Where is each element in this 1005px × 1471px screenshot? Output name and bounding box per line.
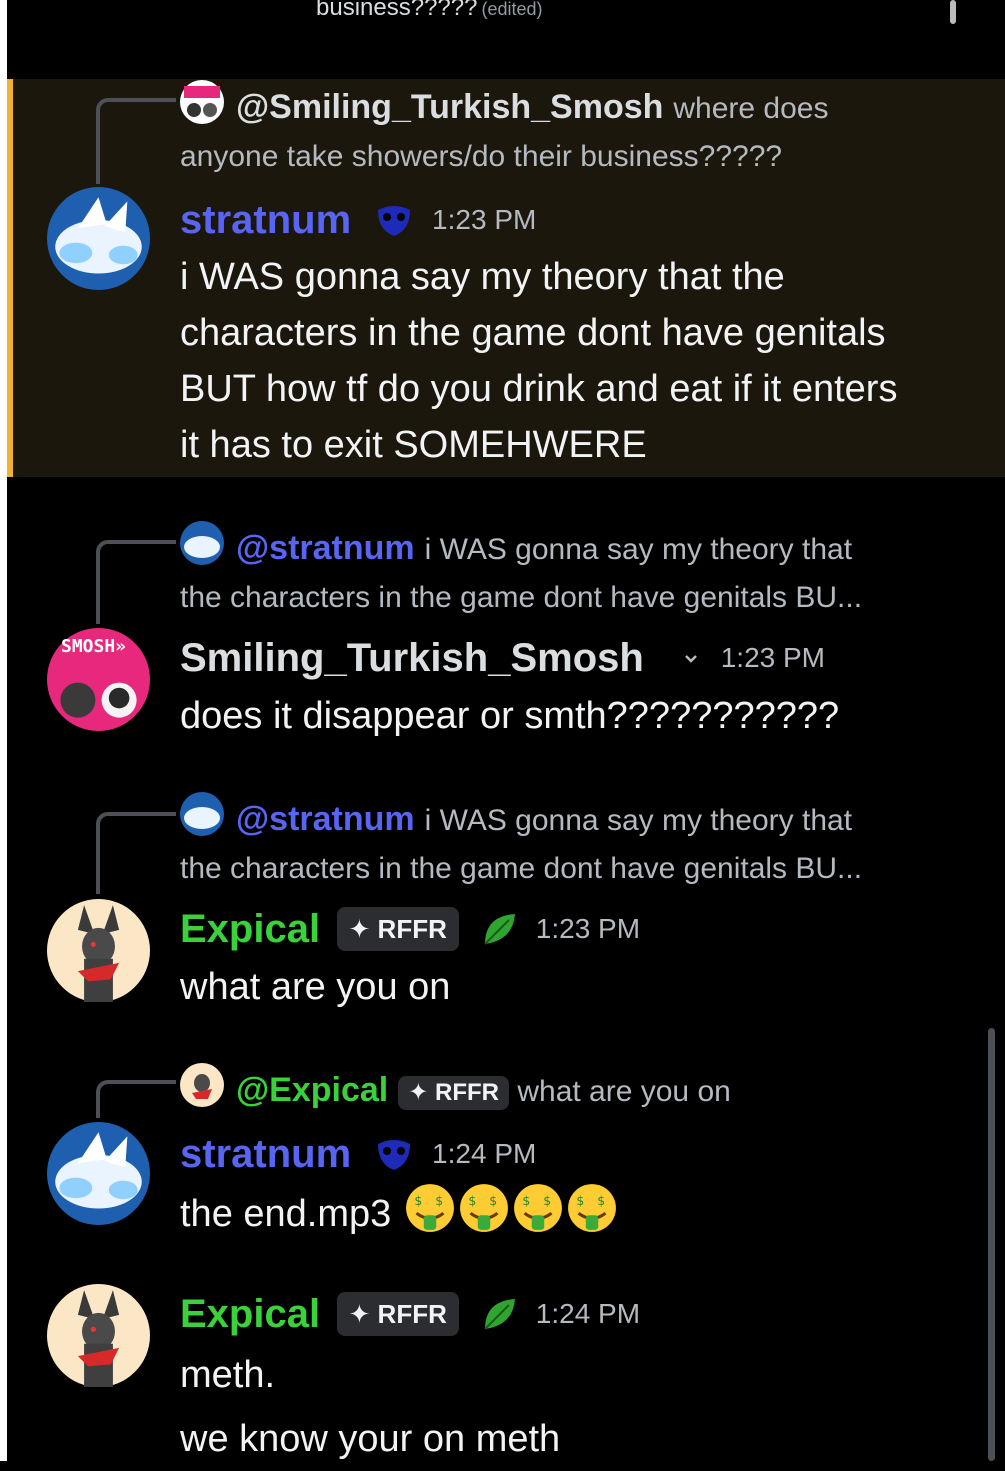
scrollbar[interactable] xyxy=(988,1028,995,1461)
reply-connector xyxy=(96,98,176,184)
message-header: Expical ✦ RFFR 1:23 PM xyxy=(180,899,640,959)
reply-preview: i WAS gonna say my theory that xyxy=(424,533,853,566)
blue-mask-decoration-icon xyxy=(377,1140,410,1170)
stratnum-avatar[interactable] xyxy=(47,1122,150,1225)
reply-connector xyxy=(96,1080,176,1118)
reply-connector xyxy=(96,540,176,624)
chevron-down-icon xyxy=(685,655,698,663)
server-tag[interactable]: ✦ RFFR xyxy=(336,907,459,951)
reply-preview: where does xyxy=(673,92,829,125)
reply-preview-line-2: the characters in the game dont have gen… xyxy=(180,581,863,614)
username[interactable]: Expical xyxy=(180,907,320,951)
money-mouth-face-emoji: $ $ xyxy=(405,1184,454,1232)
username[interactable]: Expical xyxy=(180,1292,320,1336)
screen-left-edge xyxy=(0,0,7,1461)
reply-preview: i WAS gonna say my theory that xyxy=(424,804,853,837)
message-header: stratnum 1:23 PM xyxy=(180,190,536,250)
smosh-mini-avatar xyxy=(180,80,224,124)
svg-text:$: $ xyxy=(489,1193,497,1208)
reply-mention: @stratnum xyxy=(236,800,415,838)
smosh-avatar[interactable]: SMOSH» xyxy=(47,628,150,731)
leaf-icon xyxy=(484,914,516,945)
blue-mask-decoration-icon xyxy=(377,206,410,236)
stratnum-mini-avatar xyxy=(180,792,224,836)
svg-text:$: $ xyxy=(468,1193,476,1208)
top-scroll-indicator xyxy=(950,0,956,24)
timestamp: 1:24 PM xyxy=(535,1298,641,1329)
username[interactable]: stratnum xyxy=(180,1132,351,1176)
smosh-avatar-text: SMOSH» xyxy=(61,636,127,657)
username[interactable]: Smiling_Turkish_Smosh xyxy=(180,636,644,680)
message-header: Expical ✦ RFFR 1:24 PM xyxy=(180,1284,640,1344)
timestamp: 1:23 PM xyxy=(535,913,641,944)
expical-mini-avatar xyxy=(180,1063,224,1107)
message-content: the end.mp3 $ $ $ $ $ $ $ $ xyxy=(180,1182,980,1242)
money-mouth-face-emoji: $ $ xyxy=(513,1184,562,1232)
message-content: what are you on xyxy=(180,966,451,1008)
stratnum-mini-avatar xyxy=(180,521,224,565)
message-content: meth. we know your on meth xyxy=(180,1354,561,1460)
message-content: i WAS gonna say my theory that the chara… xyxy=(180,256,898,466)
svg-text:$: $ xyxy=(522,1193,530,1208)
reply-connector xyxy=(96,812,176,894)
reply-mention: @Smiling_Turkish_Smosh xyxy=(236,88,664,126)
expical-avatar[interactable] xyxy=(47,899,150,1002)
money-mouth-face-emoji: $ $ xyxy=(459,1184,508,1232)
stratnum-avatar[interactable] xyxy=(47,187,150,290)
server-tag[interactable]: ✦ RFFR xyxy=(336,1292,459,1336)
reply-reference[interactable]: @Smiling_Turkish_Smosh where does anyone … xyxy=(180,80,960,181)
svg-text:$: $ xyxy=(435,1193,443,1208)
timestamp: 1:23 PM xyxy=(720,642,825,673)
edited-label: (edited) xyxy=(481,0,543,19)
leaf-icon xyxy=(484,1299,516,1330)
svg-text:$: $ xyxy=(576,1193,584,1208)
reply-reference[interactable]: @stratnum i WAS gonna say my theory that … xyxy=(180,521,960,622)
mention-highlight-bar xyxy=(7,79,13,477)
timestamp: 1:23 PM xyxy=(432,204,537,235)
svg-text:$: $ xyxy=(414,1193,422,1208)
reply-reference[interactable]: @Expical ✦ RFFR what are you on xyxy=(180,1063,960,1116)
timestamp: 1:24 PM xyxy=(432,1138,537,1169)
message-content: does it disappear or smth??????????? xyxy=(180,695,840,737)
message-header: stratnum 1:24 PM xyxy=(180,1124,536,1184)
message-header: Smiling_Turkish_Smosh 1:23 PM xyxy=(180,628,825,688)
svg-text:$: $ xyxy=(543,1193,551,1208)
server-tag: ✦ RFFR xyxy=(398,1076,509,1111)
money-mouth-face-emoji: $ $ xyxy=(567,1184,616,1232)
username[interactable]: stratnum xyxy=(180,198,351,242)
reply-preview-line-2: the characters in the game dont have gen… xyxy=(180,852,863,885)
previous-message-snippet: business????? (edited) xyxy=(316,0,543,21)
reply-preview: what are you on xyxy=(517,1075,731,1108)
reply-preview-line-2: anyone take showers/do their business???… xyxy=(180,140,783,173)
reply-mention: @stratnum xyxy=(236,529,415,567)
svg-text:$: $ xyxy=(597,1193,605,1208)
reply-reference[interactable]: @stratnum i WAS gonna say my theory that … xyxy=(180,792,960,893)
reply-mention: @Expical xyxy=(236,1071,389,1109)
expical-avatar[interactable] xyxy=(47,1284,150,1387)
